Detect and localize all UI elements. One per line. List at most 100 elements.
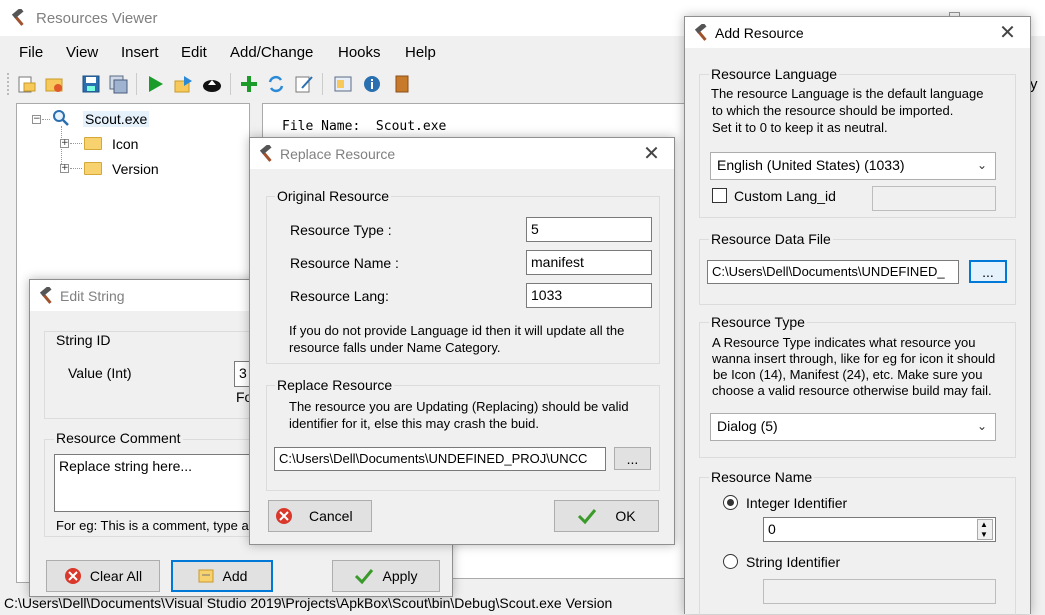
language-select[interactable]: English (United States) (1033) ⌄ — [710, 152, 996, 180]
string-identifier-input[interactable] — [763, 579, 996, 604]
edit-icon[interactable] — [294, 74, 314, 94]
magnifier-icon — [53, 110, 69, 126]
ok-label: OK — [615, 508, 636, 524]
main-window-title: Resources Viewer — [36, 10, 158, 27]
resource-lang-input[interactable]: 1033 — [526, 283, 652, 308]
replace-resource-titlebar: Replace Resource ✕ — [250, 138, 674, 169]
lang-desc-line-1: The resource Language is the default lan… — [711, 86, 984, 101]
replace-browse-button[interactable]: ... — [614, 447, 651, 470]
original-resource-label: Original Resource — [275, 188, 392, 204]
apply-button[interactable]: Apply — [332, 560, 440, 592]
cancel-label: Cancel — [309, 508, 353, 524]
close-icon[interactable]: ✕ — [629, 138, 674, 169]
type-desc-line-2: wanna insert through, like for eg for ic… — [712, 351, 996, 366]
name-group-label: Resource Name — [709, 469, 815, 485]
apply-label: Apply — [382, 568, 418, 584]
save-as-icon[interactable] — [108, 74, 128, 94]
resource-lang-label: Resource Lang: — [290, 288, 389, 304]
spinner-control[interactable]: ▲ ▼ — [977, 519, 993, 540]
add-resource-dialog: Add Resource ✕ Resource Language The res… — [684, 16, 1031, 615]
replace-note: The resource you are Updating (Replacing… — [289, 399, 629, 431]
tree-expand-icon[interactable]: + — [60, 164, 69, 173]
tree-root-label[interactable]: Scout.exe — [83, 111, 150, 127]
add-resource-titlebar: Add Resource ✕ — [685, 17, 1030, 48]
open-icon[interactable] — [16, 74, 36, 94]
value-int-label: Value (Int) — [68, 365, 132, 381]
edit-string-title: Edit String — [60, 288, 125, 304]
export-icon[interactable] — [173, 74, 193, 94]
hammer-icon — [11, 9, 24, 26]
clear-all-label: Clear All — [89, 568, 143, 584]
book-icon[interactable] — [392, 74, 412, 94]
menu-hooks[interactable]: Hooks — [338, 44, 381, 61]
string-identifier-radio[interactable] — [723, 554, 738, 569]
type-select-value: Dialog (5) — [717, 418, 778, 434]
resource-name-label: Resource Name : — [290, 255, 399, 271]
custom-lang-checkbox[interactable] — [712, 188, 727, 203]
resource-name-input[interactable]: manifest — [526, 250, 652, 275]
custom-lang-label: Custom Lang_id — [734, 188, 836, 204]
menu-file[interactable]: File — [19, 44, 43, 61]
partial-text: y — [1030, 76, 1038, 93]
folder-icon — [84, 162, 102, 175]
hammer-icon — [39, 287, 52, 304]
tree-item-version[interactable]: Version — [112, 161, 159, 177]
folder-icon — [84, 137, 102, 150]
string-id-label: String ID — [54, 332, 113, 348]
menu-insert[interactable]: Insert — [121, 44, 159, 61]
integer-identifier-input[interactable]: 0 — [763, 517, 996, 542]
type-group-label: Resource Type — [709, 314, 807, 330]
menu-add-change[interactable]: Add/Change — [230, 44, 313, 61]
open-folder-icon[interactable] — [44, 74, 64, 94]
resource-type-input[interactable]: 5 — [526, 217, 652, 242]
type-desc-line-1: A Resource Type indicates what resource … — [712, 335, 976, 350]
add-icon[interactable] — [239, 74, 259, 94]
clear-all-button[interactable]: Clear All — [46, 560, 160, 592]
chevron-down-icon: ⌄ — [976, 158, 987, 172]
cancel-icon — [276, 508, 292, 524]
add-resource-title: Add Resource — [715, 25, 804, 41]
integer-identifier-radio[interactable] — [723, 495, 738, 510]
menu-view[interactable]: View — [66, 44, 98, 61]
upload-icon[interactable] — [202, 74, 222, 94]
menu-edit[interactable]: Edit — [181, 44, 207, 61]
language-note: If you do not provide Language id then i… — [289, 323, 625, 355]
lang-desc-line-3: Set it to 0 to keep it as neutral. — [712, 120, 888, 135]
add-button[interactable]: Add — [171, 560, 273, 592]
menu-help[interactable]: Help — [405, 44, 436, 61]
replace-path-input[interactable]: C:\Users\Dell\Documents\UNDEFINED_PROJ\U… — [274, 447, 606, 471]
properties-icon[interactable] — [333, 74, 353, 94]
file-name-text: File Name: Scout.exe — [282, 119, 447, 134]
language-group-label: Resource Language — [709, 66, 840, 82]
refresh-icon[interactable] — [266, 74, 286, 94]
comment-label: Resource Comment — [54, 430, 183, 446]
chevron-down-icon: ⌄ — [976, 419, 987, 433]
data-file-label: Resource Data File — [709, 231, 833, 247]
toolbar — [0, 68, 680, 100]
checkmark-icon — [578, 509, 597, 525]
spin-up-icon[interactable]: ▲ — [980, 521, 988, 529]
type-select[interactable]: Dialog (5) ⌄ — [710, 413, 996, 441]
close-icon[interactable]: ✕ — [985, 17, 1030, 48]
type-desc-line-4: choose a valid resource otherwise build … — [712, 383, 992, 398]
run-icon[interactable] — [145, 74, 165, 94]
clear-icon — [64, 568, 81, 584]
replace-resource-dialog: Replace Resource ✕ Original Resource Res… — [249, 137, 675, 545]
custom-lang-input[interactable] — [872, 186, 996, 211]
tree-expand-icon[interactable]: + — [60, 139, 69, 148]
spin-down-icon[interactable]: ▼ — [980, 531, 988, 539]
status-text: C:\Users\Dell\Documents\Visual Studio 20… — [4, 595, 613, 611]
tree-collapse-icon[interactable]: − — [32, 115, 41, 124]
data-file-input[interactable]: C:\Users\Dell\Documents\UNDEFINED_ — [707, 260, 959, 284]
ok-button[interactable]: OK — [554, 500, 659, 532]
info-icon[interactable] — [362, 74, 382, 94]
comment-input[interactable]: Replace string here... — [54, 454, 264, 512]
data-file-browse-button[interactable]: ... — [969, 260, 1007, 283]
integer-identifier-label: Integer Identifier — [746, 495, 848, 511]
cancel-button[interactable]: Cancel — [268, 500, 372, 532]
tree-item-icon[interactable]: Icon — [112, 136, 138, 152]
save-icon[interactable] — [81, 74, 101, 94]
comment-hint: For eg: This is a comment, type a — [56, 518, 249, 533]
type-desc-line-3: be Icon (14), Manifest (24), etc. Make s… — [713, 367, 983, 382]
language-select-value: English (United States) (1033) — [717, 157, 905, 173]
